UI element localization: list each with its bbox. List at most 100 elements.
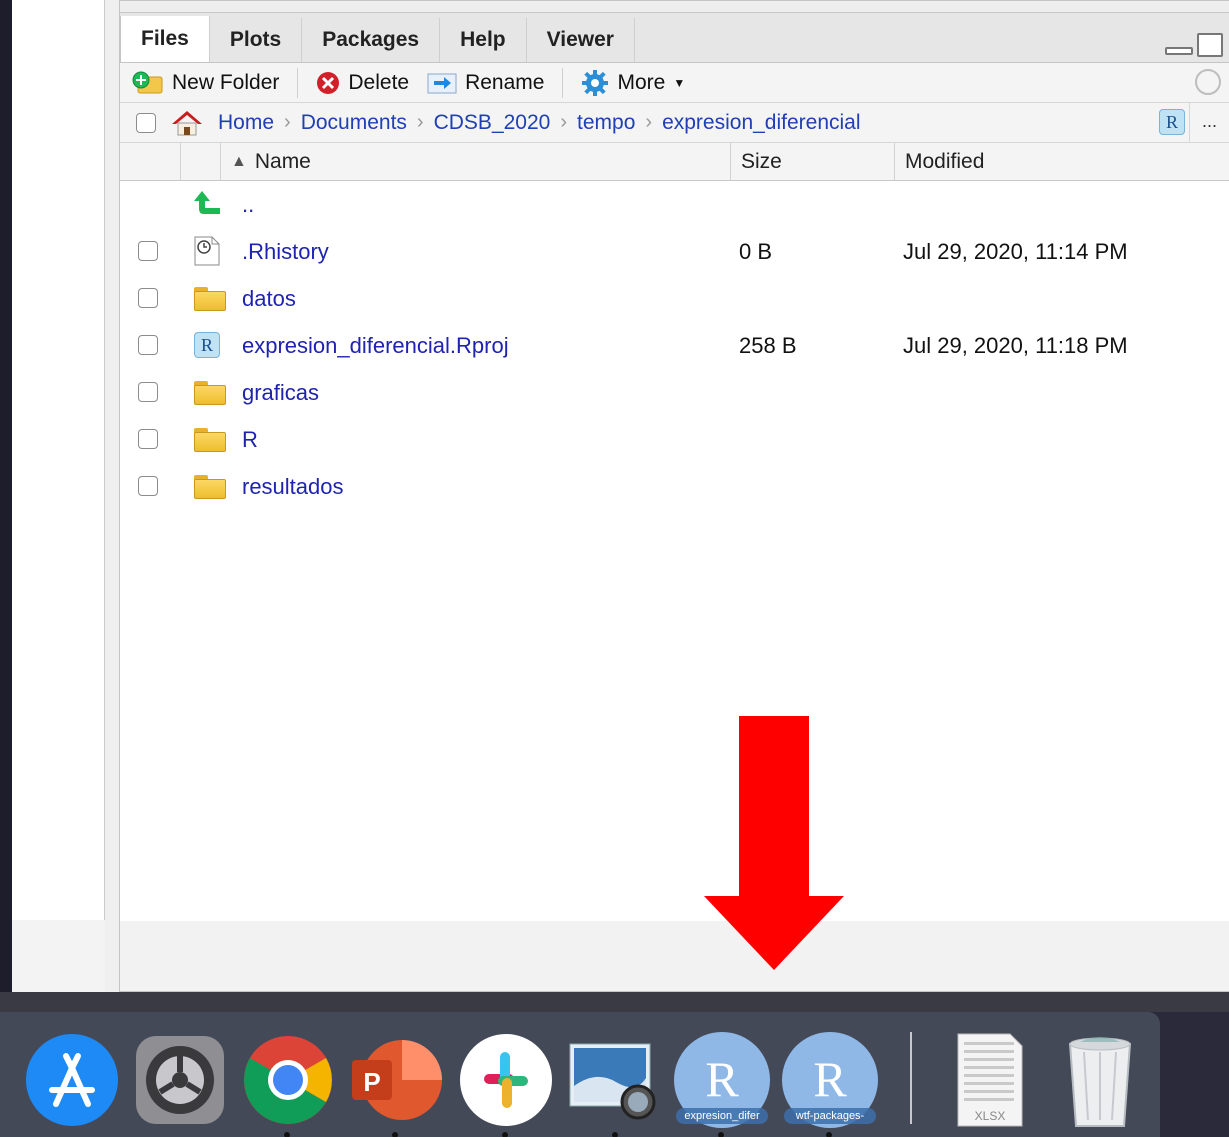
home-icon[interactable]	[170, 109, 204, 137]
parent-directory-row[interactable]: ..	[120, 181, 1229, 228]
files-pane: Files Plots Packages Help Viewer New Fol…	[119, 0, 1229, 992]
breadcrumb-tempo[interactable]: tempo	[577, 111, 635, 135]
file-name[interactable]: R	[242, 427, 258, 453]
row-checkbox[interactable]	[138, 382, 158, 402]
rename-icon	[427, 73, 457, 93]
column-modified-label: Modified	[905, 150, 985, 173]
rename-button[interactable]: Rename	[427, 71, 562, 95]
file-row[interactable]: graficas	[120, 369, 1229, 416]
go-to-project-icon[interactable]: R	[1159, 109, 1185, 135]
file-list-header: ▲ Name Size Modified	[120, 143, 1229, 181]
system-preferences-icon[interactable]	[130, 1030, 230, 1130]
gear-icon	[582, 69, 609, 96]
macos-dock: P R expresion_difer R wtf-packages- XLSX	[0, 1012, 1160, 1137]
folder-icon	[194, 287, 226, 311]
svg-text:P: P	[363, 1067, 380, 1097]
file-row[interactable]: R expresion_diferencial.Rproj 258 B Jul …	[120, 322, 1229, 369]
file-name[interactable]: expresion_diferencial.Rproj	[242, 333, 509, 359]
r-app-window-label: wtf-packages-	[784, 1108, 876, 1124]
minimize-pane-button[interactable]	[1165, 47, 1193, 55]
row-checkbox[interactable]	[138, 335, 158, 355]
file-row[interactable]: .Rhistory 0 B Jul 29, 2020, 11:14 PM	[120, 228, 1229, 275]
tab-packages[interactable]: Packages	[302, 18, 441, 62]
desktop-edge	[0, 0, 12, 1000]
xlsx-label: XLSX	[975, 1109, 1006, 1123]
r-app-window-label: expresion_difer	[676, 1108, 768, 1124]
row-checkbox[interactable]	[138, 476, 158, 496]
dock-divider	[910, 1032, 912, 1124]
column-name-header[interactable]: ▲ Name	[220, 143, 730, 181]
file-name[interactable]: graficas	[242, 380, 319, 406]
maximize-pane-button[interactable]	[1197, 33, 1223, 57]
files-toolbar: New Folder Delete Rename More ▼	[120, 63, 1229, 103]
trash-icon[interactable]	[1050, 1030, 1150, 1130]
row-checkbox[interactable]	[138, 241, 158, 261]
xlsx-file-icon[interactable]: XLSX	[940, 1030, 1040, 1130]
breadcrumb-separator: ›	[284, 111, 291, 133]
r-app-icon[interactable]: R expresion_difer	[672, 1030, 772, 1130]
column-size-label: Size	[741, 150, 782, 173]
breadcrumb-expresion-diferencial[interactable]: expresion_diferencial	[662, 111, 860, 135]
app-store-icon[interactable]	[22, 1030, 122, 1130]
tab-plots[interactable]: Plots	[209, 18, 303, 62]
more-menu-button[interactable]: More ▼	[581, 69, 703, 97]
delete-label: Delete	[348, 70, 410, 94]
r-glyph: R	[813, 1051, 847, 1107]
tab-help[interactable]: Help	[440, 18, 527, 62]
file-size: 258 B	[739, 333, 797, 358]
preview-icon[interactable]	[566, 1030, 666, 1130]
delete-button[interactable]: Delete	[316, 71, 427, 95]
history-file-icon	[194, 236, 220, 266]
file-modified: Jul 29, 2020, 11:18 PM	[903, 333, 1128, 358]
breadcrumb-separator: ›	[416, 111, 424, 133]
more-label: More	[617, 70, 666, 94]
running-indicator	[392, 1132, 398, 1137]
folder-icon	[194, 475, 226, 499]
file-row[interactable]: resultados	[120, 463, 1229, 510]
column-name-label: Name	[254, 150, 311, 173]
file-row[interactable]: datos	[120, 275, 1229, 322]
dock-shelf	[0, 992, 1229, 1012]
row-checkbox[interactable]	[138, 429, 158, 449]
checkbox-column-divider	[180, 143, 181, 181]
path-more-button[interactable]: ...	[1189, 103, 1229, 143]
rename-label: Rename	[465, 70, 545, 94]
running-indicator	[502, 1132, 508, 1137]
file-name[interactable]: resultados	[242, 474, 344, 500]
toolbar-divider	[562, 67, 564, 98]
tab-files[interactable]: Files	[120, 16, 210, 62]
running-indicator	[612, 1132, 618, 1137]
file-name[interactable]: .Rhistory	[242, 239, 329, 265]
column-size-header[interactable]: Size	[730, 143, 894, 181]
breadcrumb-cdsb-2020[interactable]: CDSB_2020	[434, 111, 551, 135]
file-row[interactable]: R	[120, 416, 1229, 463]
new-folder-button[interactable]: New Folder	[132, 71, 297, 95]
refresh-icon[interactable]	[1195, 69, 1221, 95]
pane-splitter[interactable]	[105, 0, 119, 1000]
red-arrow-down-icon	[704, 716, 844, 970]
breadcrumb-documents[interactable]: Documents	[301, 111, 407, 135]
file-modified: Jul 29, 2020, 11:14 PM	[903, 239, 1128, 264]
tab-viewer[interactable]: Viewer	[526, 18, 635, 62]
breadcrumb-separator: ›	[645, 111, 653, 133]
rproj-icon: R	[194, 332, 220, 358]
r-glyph: R	[705, 1051, 739, 1107]
chrome-icon[interactable]	[238, 1030, 338, 1130]
breadcrumb-separator: ›	[560, 111, 568, 133]
new-folder-label: New Folder	[172, 70, 280, 94]
running-indicator	[284, 1132, 290, 1137]
powerpoint-icon[interactable]: P	[346, 1030, 446, 1130]
row-checkbox[interactable]	[138, 288, 158, 308]
parent-directory-label[interactable]: ..	[242, 192, 254, 218]
file-name[interactable]: datos	[242, 286, 296, 312]
file-size: 0 B	[739, 239, 773, 264]
breadcrumb-home[interactable]: Home	[218, 111, 274, 135]
slack-icon[interactable]	[456, 1030, 556, 1130]
select-all-checkbox[interactable]	[136, 112, 156, 133]
pane-window-controls	[1165, 33, 1223, 57]
caret-down-icon: ▼	[673, 75, 686, 90]
folder-icon	[194, 428, 226, 452]
delete-icon	[317, 71, 340, 94]
column-modified-header[interactable]: Modified	[894, 143, 1229, 181]
r-app-icon[interactable]: R wtf-packages-	[780, 1030, 880, 1130]
